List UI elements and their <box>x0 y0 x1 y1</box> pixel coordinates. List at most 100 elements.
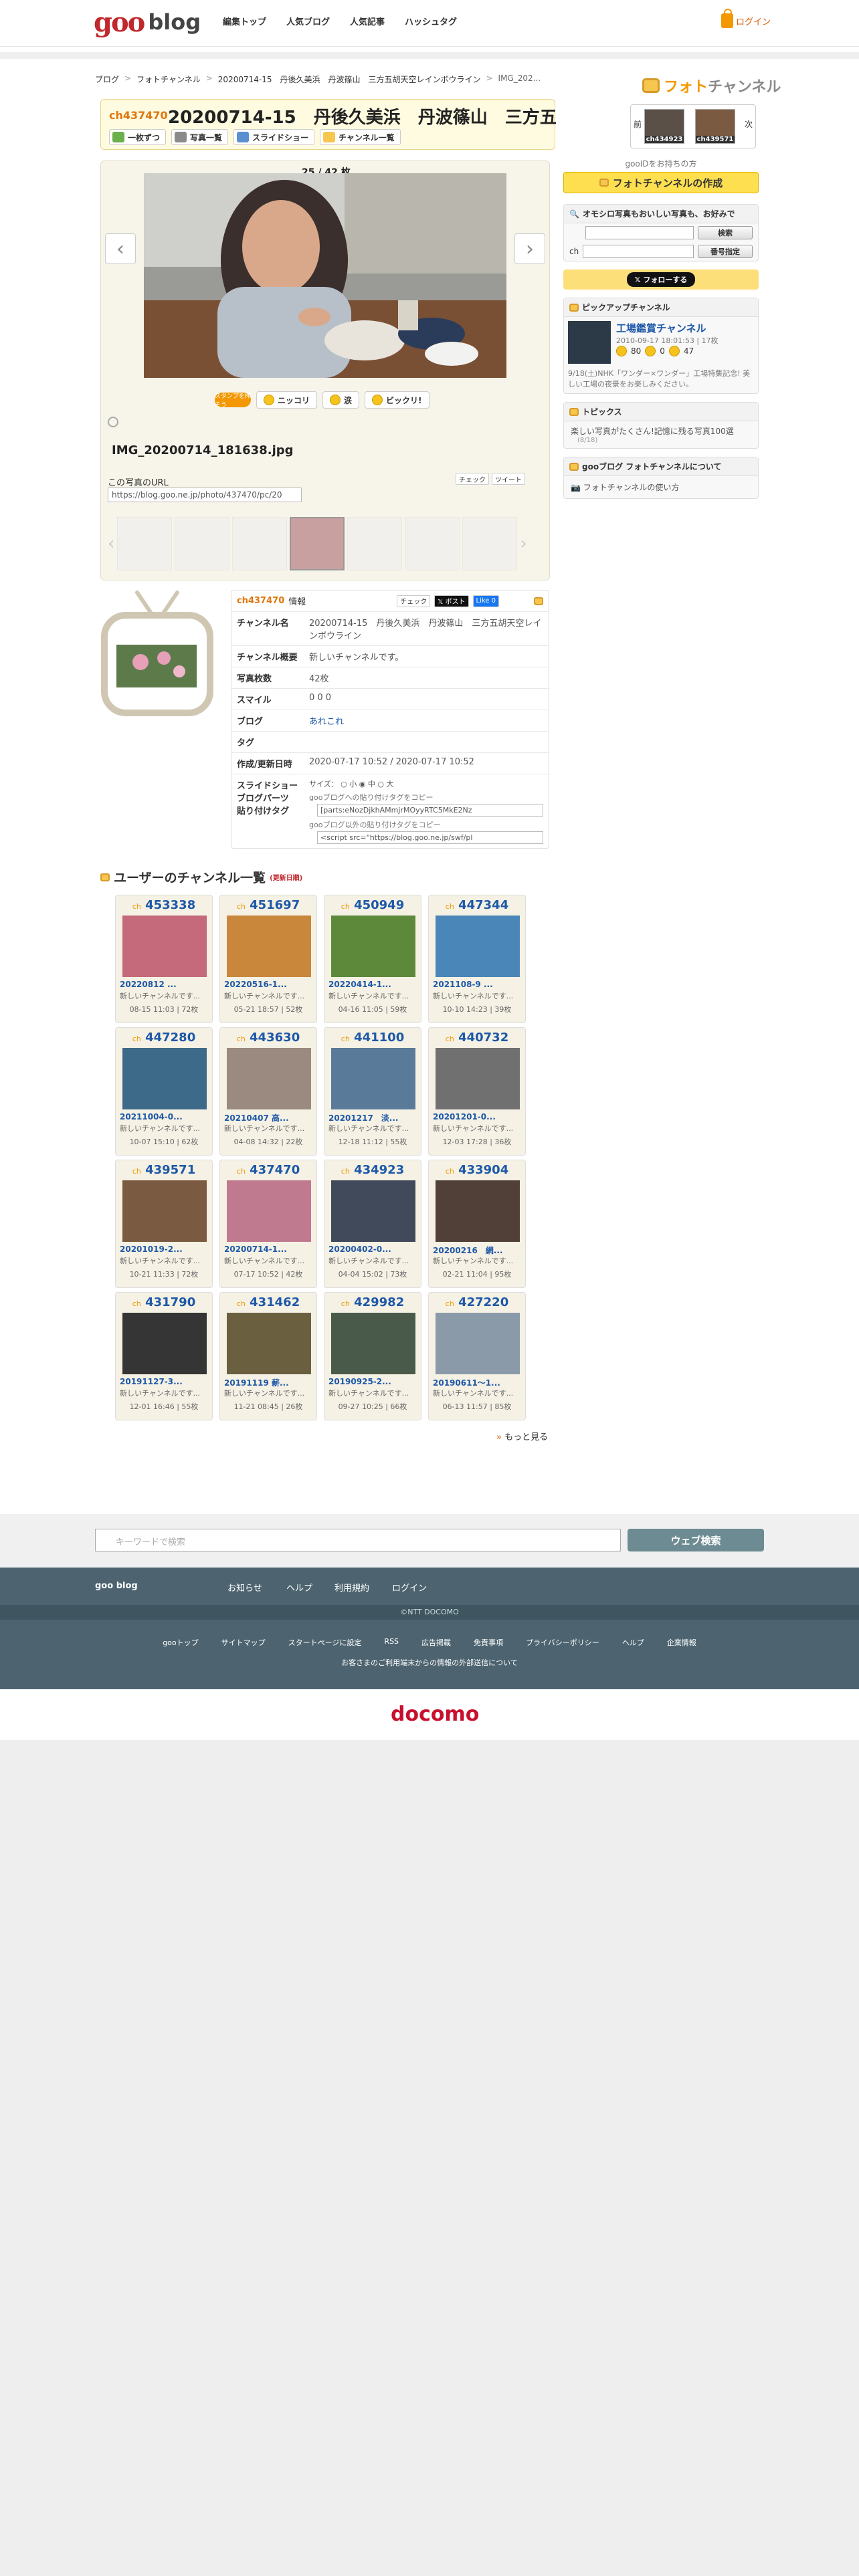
footer-link-ads[interactable]: 広告掲載 <box>421 1637 451 1648</box>
channel-card[interactable]: ch 447280 20211004-0... 新しいチャンネルです... 10-07… <box>115 1027 213 1156</box>
breadcrumb-channel[interactable]: 20200714-15 丹後久美浜 丹波篠山 三方五胡天空レインボウライン <box>218 74 481 85</box>
thumbnail[interactable] <box>462 517 518 570</box>
card-title[interactable]: 20200216 網... <box>433 1245 522 1256</box>
card-title[interactable]: 20200714-1... <box>224 1245 314 1254</box>
size-small[interactable]: 小 <box>349 780 357 788</box>
thumbnail[interactable] <box>117 517 173 570</box>
card-thumbnail[interactable] <box>227 916 311 977</box>
card-channel-id[interactable]: ch 429982 <box>324 1295 421 1309</box>
card-thumbnail[interactable] <box>122 1180 207 1242</box>
card-thumbnail[interactable] <box>331 1180 415 1242</box>
card-channel-id[interactable]: ch 431790 <box>116 1295 212 1309</box>
footer-link-company[interactable]: 企業情報 <box>667 1637 696 1648</box>
niko-button[interactable]: ニッコリ <box>256 391 318 409</box>
channel-card[interactable]: ch 431462 20191119 薪... 新しいチャンネルです... 11-21… <box>219 1292 317 1420</box>
docomo-logo[interactable]: docomo <box>391 1703 479 1726</box>
channel-card[interactable]: ch 427220 20190611〜1... 新しいチャンネルです... 06-13… <box>428 1292 526 1420</box>
nav-popular-article[interactable]: 人気記事 <box>350 15 385 27</box>
channel-card[interactable]: ch 451697 20220516-1... 新しいチャンネルです... 05-21… <box>219 895 317 1023</box>
size-medium[interactable]: 中 <box>368 780 375 788</box>
next-channel-thumb[interactable]: ch439571 <box>695 109 735 144</box>
card-channel-id[interactable]: ch 451697 <box>220 898 316 912</box>
check-button[interactable]: チェック <box>456 473 489 485</box>
post-button[interactable]: 𝕏 ポスト <box>434 595 469 607</box>
card-thumbnail[interactable] <box>122 1048 207 1109</box>
breadcrumb-blog[interactable]: ブログ <box>95 74 119 85</box>
thumbnail[interactable] <box>347 517 403 570</box>
tab-list[interactable]: 写真一覧 <box>171 129 229 145</box>
next-photo-button[interactable]: › <box>514 233 545 264</box>
thumbnail[interactable] <box>405 517 460 570</box>
tab-single[interactable]: 一枚ずつ <box>109 129 167 145</box>
card-thumbnail[interactable] <box>436 1313 520 1374</box>
card-thumbnail[interactable] <box>227 1180 311 1242</box>
channel-card[interactable]: ch 443630 20210407 高... 新しいチャンネルです... 04-08… <box>219 1027 317 1156</box>
footer-link-rss[interactable]: RSS <box>384 1637 399 1648</box>
channel-number-input[interactable] <box>583 245 694 258</box>
card-channel-id[interactable]: ch 447280 <box>116 1031 212 1045</box>
card-thumbnail[interactable] <box>227 1048 311 1109</box>
card-title[interactable]: 20191127-3... <box>120 1377 209 1386</box>
card-thumbnail[interactable] <box>436 916 520 977</box>
nav-hashtag[interactable]: ハッシュタグ <box>405 15 457 27</box>
card-channel-id[interactable]: ch 433904 <box>429 1163 525 1177</box>
card-title[interactable]: 20220812 ... <box>120 980 209 989</box>
card-title[interactable]: 20220414-1... <box>328 980 418 989</box>
channel-card[interactable]: ch 439571 20201019-2... 新しいチャンネルです... 10-21… <box>115 1160 213 1288</box>
card-channel-id[interactable]: ch 453338 <box>116 898 212 912</box>
thumbnail[interactable] <box>175 517 230 570</box>
search-button[interactable]: 検索 <box>698 226 753 239</box>
pickup-name[interactable]: 工場鑑賞チャンネル <box>616 321 719 335</box>
card-title[interactable]: 20201201-0... <box>433 1112 522 1121</box>
card-channel-id[interactable]: ch 440732 <box>429 1031 525 1045</box>
card-thumbnail[interactable] <box>436 1048 520 1109</box>
footer-link-login[interactable]: ログイン <box>392 1581 427 1594</box>
footer-brand[interactable]: goo blog <box>95 1581 138 1591</box>
thumbnail-current[interactable] <box>290 517 345 570</box>
thumbnail[interactable] <box>232 517 288 570</box>
check-button[interactable]: チェック <box>397 595 431 607</box>
card-title[interactable]: 20190611〜1... <box>433 1377 522 1388</box>
card-thumbnail[interactable] <box>227 1313 311 1374</box>
tab-channel-list[interactable]: チャンネル一覧 <box>320 129 401 145</box>
copy-goo-tag[interactable]: gooブログへの貼り付けタグをコピー <box>309 792 543 802</box>
card-title[interactable]: 20201217 淡... <box>328 1112 418 1123</box>
card-title[interactable]: 20190925-2... <box>328 1377 418 1386</box>
like-button[interactable]: Like 0 <box>472 595 499 607</box>
channel-card[interactable]: ch 431790 20191127-3... 新しいチャンネルです... 12-01… <box>115 1292 213 1420</box>
card-channel-id[interactable]: ch 439571 <box>116 1163 212 1177</box>
card-title[interactable]: 2021108-9 ... <box>433 980 522 989</box>
keyword-input[interactable] <box>585 226 694 239</box>
card-title[interactable]: 20200402-0... <box>328 1245 418 1254</box>
footer-link-terms[interactable]: 利用規約 <box>335 1581 369 1594</box>
channel-card[interactable]: ch 433904 20200216 網... 新しいチャンネルです... 02-21… <box>428 1160 526 1288</box>
next-channel-label[interactable]: 次 <box>745 118 753 130</box>
channel-card[interactable]: ch 450949 20220414-1... 新しいチャンネルです... 04-16… <box>324 895 421 1023</box>
card-title[interactable]: 20211004-0... <box>120 1112 209 1121</box>
breadcrumb-photochannel[interactable]: フォトチャンネル <box>136 74 201 85</box>
nav-popular-blog[interactable]: 人気ブログ <box>286 15 330 27</box>
tab-slideshow[interactable]: スライドショー <box>233 129 315 145</box>
create-channel-button[interactable]: フォトチャンネルの作成 <box>563 172 759 193</box>
card-channel-id[interactable]: ch 431462 <box>220 1295 316 1309</box>
footer-link-privacy[interactable]: プライバシーポリシー <box>526 1637 599 1648</box>
main-photo[interactable] <box>144 173 506 378</box>
about-item[interactable]: 📷 フォトチャンネルの使い方 <box>564 476 758 498</box>
namida-button[interactable]: 涙 <box>322 391 360 409</box>
card-thumbnail[interactable] <box>436 1180 520 1242</box>
channel-card[interactable]: ch 441100 20201217 淡... 新しいチャンネルです... 12-18… <box>324 1027 421 1156</box>
follow-button[interactable]: 𝕏 フォローする <box>626 272 696 287</box>
footer-link-disclaimer[interactable]: 免責事項 <box>474 1637 503 1648</box>
footer-notice[interactable]: お客さまのご利用端末からの情報の外部送信について <box>0 1657 859 1668</box>
card-title[interactable]: 20210407 高... <box>224 1112 314 1123</box>
prev-channel-label[interactable]: 前 <box>634 118 642 130</box>
card-thumbnail[interactable] <box>122 916 207 977</box>
footer-link-sitemap[interactable]: サイトマップ <box>221 1637 266 1648</box>
footer-search-input[interactable]: キーワードで検索 <box>95 1529 621 1551</box>
card-channel-id[interactable]: ch 427220 <box>429 1295 525 1309</box>
channel-card[interactable]: ch 440732 20201201-0... 新しいチャンネルです... 12-03… <box>428 1027 526 1156</box>
strip-left-arrow[interactable]: ‹ <box>108 534 114 554</box>
photochannel-logo[interactable]: フォトチャンネル <box>642 75 781 96</box>
footer-link-startpage[interactable]: スタートページに設定 <box>288 1637 362 1648</box>
card-channel-id[interactable]: ch 447344 <box>429 898 525 912</box>
